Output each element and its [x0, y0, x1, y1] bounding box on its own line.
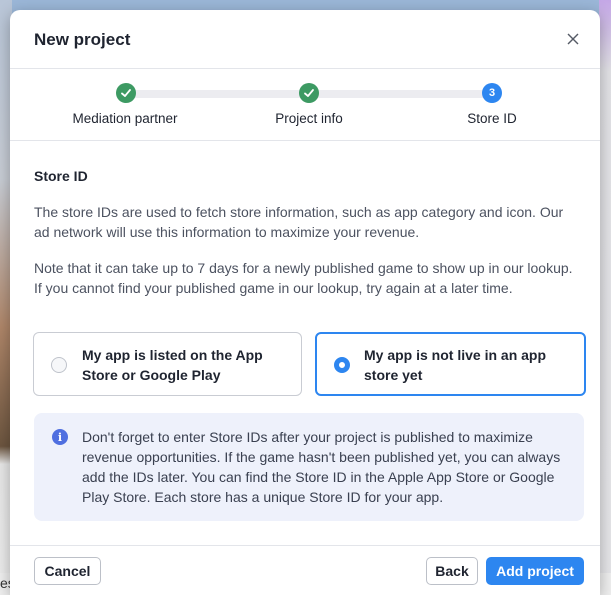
dialog-title: New project	[34, 30, 131, 49]
option-app-listed-label: My app is listed on the App Store or Goo…	[82, 347, 263, 383]
step-1-indicator	[116, 83, 136, 103]
footer-divider	[10, 545, 600, 546]
radio-app-not-live[interactable]	[334, 357, 350, 373]
info-callout: i Don't forget to enter Store IDs after …	[34, 413, 584, 521]
info-callout-text: Don't forget to enter Store IDs after yo…	[82, 429, 561, 505]
step-3-number: 3	[488, 87, 496, 99]
check-icon	[121, 89, 131, 97]
step-3-label: Store ID	[467, 111, 517, 126]
radio-app-listed[interactable]	[51, 357, 67, 373]
lookup-note: Note that it can take up to 7 days for a…	[34, 260, 573, 296]
section-title: Store ID	[34, 168, 88, 184]
new-project-dialog: New project Mediation partner Project in…	[10, 10, 600, 595]
option-app-listed[interactable]: My app is listed on the App Store or Goo…	[33, 332, 302, 396]
dialog-header: New project	[10, 10, 600, 68]
check-icon	[304, 89, 314, 97]
step-3-indicator: 3	[482, 83, 502, 103]
stepper-divider	[10, 140, 600, 141]
info-icon-glyph: i	[57, 430, 63, 444]
add-project-button[interactable]: Add project	[486, 557, 584, 585]
step-1-label: Mediation partner	[72, 111, 178, 126]
info-icon: i	[52, 429, 68, 445]
step-2-indicator	[299, 83, 319, 103]
close-icon	[567, 33, 579, 45]
progress-stepper: Mediation partner Project info 3 Store I…	[10, 68, 600, 140]
step-2-label: Project info	[275, 111, 343, 126]
back-button[interactable]: Back	[426, 557, 478, 585]
store-id-description: The store IDs are used to fetch store in…	[34, 204, 564, 240]
cancel-button[interactable]: Cancel	[34, 557, 101, 585]
option-app-not-live-label: My app is not live in an app store yet	[364, 347, 547, 383]
close-button[interactable]	[562, 28, 584, 50]
background-right-content	[599, 0, 611, 595]
option-app-not-live[interactable]: My app is not live in an app store yet	[315, 332, 586, 396]
